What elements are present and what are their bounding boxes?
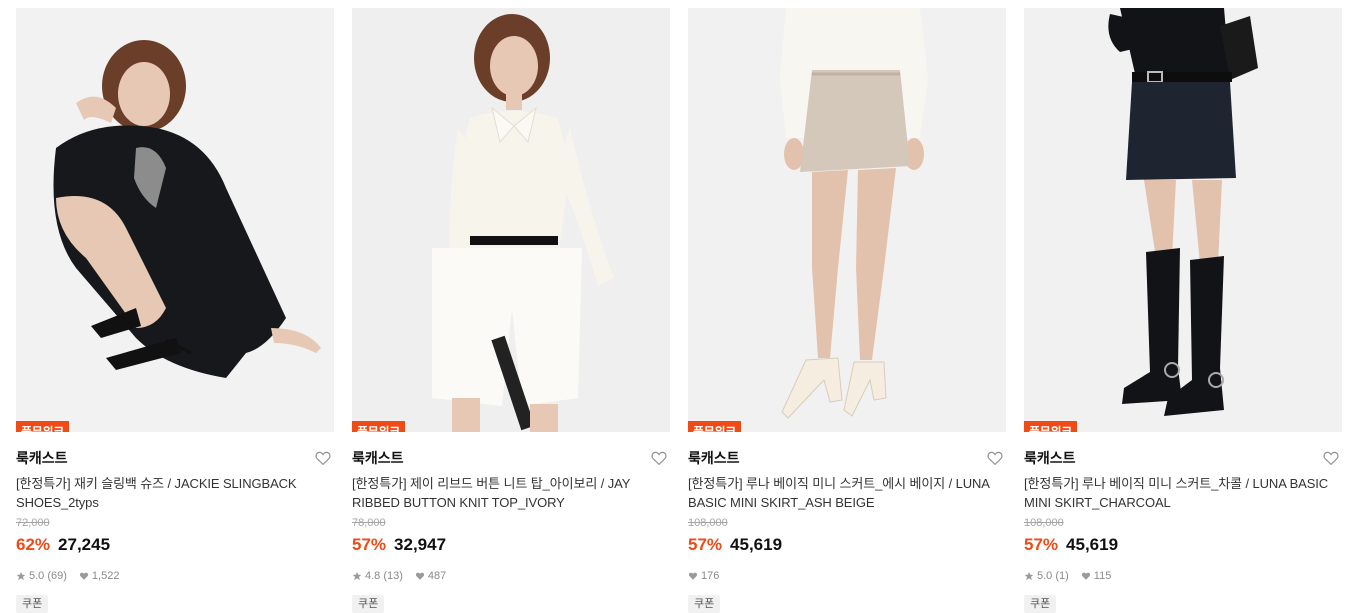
likes-stat: 176 (688, 570, 719, 582)
sale-price: 32,947 (394, 535, 447, 554)
star-icon (16, 571, 26, 580)
likes-stat: 487 (415, 570, 446, 582)
original-price: 72,000 (16, 517, 50, 529)
discount-rate: 57% (1024, 535, 1059, 554)
review-stats: 176 (688, 569, 1006, 583)
coupon-tag: 쿠폰 (688, 595, 721, 613)
product-photo-luna-skirt-beige (688, 8, 1006, 432)
likes-stat: 1,522 (79, 570, 120, 582)
review-stats: 5.0 (1) 115 (1024, 569, 1342, 583)
discount-rate: 57% (688, 535, 723, 554)
brand-name[interactable]: 룩캐스트 (352, 448, 404, 468)
likes-count: 115 (1093, 570, 1112, 582)
wishlist-heart-icon[interactable] (650, 449, 668, 467)
product-image[interactable]: 풀문위크 (688, 8, 1006, 432)
product-image[interactable]: 풀문위크 (352, 8, 670, 432)
heart-filled-icon (415, 572, 425, 580)
likes-count: 1,522 (91, 570, 120, 582)
sale-price: 45,619 (730, 535, 783, 554)
star-icon (352, 571, 362, 580)
promo-badge: 풀문위크 (352, 421, 405, 432)
product-photo-jackie-slingback (16, 8, 334, 432)
product-card[interactable]: 풀문위크 룩캐스트 [한정특가] 재키 슬링백 슈즈 / JACKIE SLIN… (16, 8, 334, 613)
heart-filled-icon (688, 572, 698, 580)
sale-price: 45,619 (1066, 535, 1119, 554)
star-icon (1024, 571, 1034, 580)
rating-text: 4.8 (13) (365, 570, 403, 582)
wishlist-heart-icon[interactable] (314, 449, 332, 467)
brand-name[interactable]: 룩캐스트 (1024, 448, 1076, 468)
promo-badge: 풀문위크 (1024, 421, 1077, 432)
product-title[interactable]: [한정특가] 재키 슬링백 슈즈 / JACKIE SLINGBACK SHOE… (16, 474, 334, 512)
sale-price: 27,245 (58, 535, 111, 554)
brand-row: 룩캐스트 (688, 448, 1006, 468)
price-row: 57% 32,947 (352, 535, 670, 557)
product-image[interactable]: 풀문위크 (16, 8, 334, 432)
likes-stat: 115 (1081, 570, 1112, 582)
product-card[interactable]: 풀문위크 룩캐스트 [한정특가] 제이 리브드 버튼 니트 탑_아이보리 / J… (352, 8, 670, 613)
rating-stat: 5.0 (1) (1024, 570, 1069, 582)
product-card[interactable]: 풀문위크 룩캐스트 [한정특가] 루나 베이직 미니 스커트_에시 베이지 / … (688, 8, 1006, 613)
heart-filled-icon (79, 572, 89, 580)
brand-row: 룩캐스트 (1024, 448, 1342, 468)
product-meta: 룩캐스트 [한정특가] 루나 베이직 미니 스커트_차콜 / LUNA BASI… (1024, 432, 1342, 613)
coupon-tag: 쿠폰 (16, 595, 49, 613)
product-photo-luna-skirt-charcoal (1024, 8, 1342, 432)
original-price: 78,000 (352, 517, 386, 529)
product-image[interactable]: 풀문위크 (1024, 8, 1342, 432)
product-meta: 룩캐스트 [한정특가] 제이 리브드 버튼 니트 탑_아이보리 / JAY RI… (352, 432, 670, 613)
likes-count: 176 (701, 570, 720, 582)
wishlist-heart-icon[interactable] (1322, 449, 1340, 467)
product-meta: 룩캐스트 [한정특가] 루나 베이직 미니 스커트_에시 베이지 / LUNA … (688, 432, 1006, 613)
rating-text: 5.0 (69) (29, 570, 67, 582)
coupon-tag: 쿠폰 (1024, 595, 1057, 613)
product-card[interactable]: 풀문위크 룩캐스트 [한정특가] 루나 베이직 미니 스커트_차콜 / LUNA… (1024, 8, 1342, 613)
price-row: 57% 45,619 (1024, 535, 1342, 557)
brand-name[interactable]: 룩캐스트 (16, 448, 68, 468)
product-title[interactable]: [한정특가] 루나 베이직 미니 스커트_차콜 / LUNA BASIC MIN… (1024, 474, 1342, 512)
promo-badge: 풀문위크 (688, 421, 741, 432)
wishlist-heart-icon[interactable] (986, 449, 1004, 467)
coupon-tag: 쿠폰 (352, 595, 385, 613)
product-title[interactable]: [한정특가] 제이 리브드 버튼 니트 탑_아이보리 / JAY RIBBED … (352, 474, 670, 512)
rating-stat: 4.8 (13) (352, 570, 403, 582)
product-meta: 룩캐스트 [한정특가] 재키 슬링백 슈즈 / JACKIE SLINGBACK… (16, 432, 334, 613)
rating-text: 5.0 (1) (1037, 570, 1069, 582)
discount-rate: 62% (16, 535, 51, 554)
product-title[interactable]: [한정특가] 루나 베이직 미니 스커트_에시 베이지 / LUNA BASIC… (688, 474, 1006, 512)
product-grid: 풀문위크 룩캐스트 [한정특가] 재키 슬링백 슈즈 / JACKIE SLIN… (16, 8, 1345, 613)
price-row: 62% 27,245 (16, 535, 334, 557)
brand-row: 룩캐스트 (352, 448, 670, 468)
heart-filled-icon (1081, 572, 1090, 580)
review-stats: 5.0 (69) 1,522 (16, 569, 334, 583)
original-price: 108,000 (1024, 517, 1064, 529)
likes-count: 487 (427, 570, 447, 582)
price-row: 57% 45,619 (688, 535, 1006, 557)
rating-stat: 5.0 (69) (16, 570, 67, 582)
brand-row: 룩캐스트 (16, 448, 334, 468)
brand-name[interactable]: 룩캐스트 (688, 448, 740, 468)
product-photo-jay-knit-top (352, 8, 670, 432)
promo-badge: 풀문위크 (16, 421, 69, 432)
original-price: 108,000 (688, 517, 728, 529)
review-stats: 4.8 (13) 487 (352, 569, 670, 583)
discount-rate: 57% (352, 535, 387, 554)
